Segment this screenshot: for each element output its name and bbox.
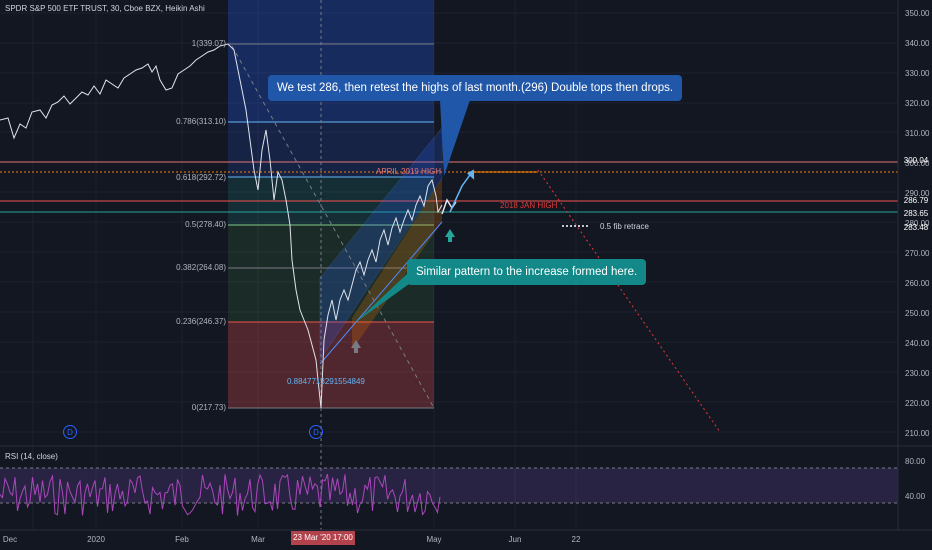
price-tag-283-48: 283.48 (903, 223, 929, 232)
price-tag-296: 296.71 (903, 168, 929, 177)
price-axis-label: 350.00 (905, 9, 930, 18)
rsi-title: RSI (14, close) (5, 452, 58, 461)
fib-level-label: 1(339.07) (192, 39, 227, 48)
time-axis-label: 22 (572, 535, 581, 544)
rsi-axis-label: 80.00 (905, 457, 926, 466)
fib-level-label: 0.382(264.08) (176, 263, 226, 272)
up-arrow-green (445, 229, 455, 242)
fib-level-label: 0.5(278.40) (185, 220, 226, 229)
rsi-pane (0, 445, 932, 516)
price-axis-label: 330.00 (905, 69, 930, 78)
time-axis-label: Feb (175, 535, 189, 544)
time-axis-label: Dec (3, 535, 17, 544)
fib-level-label: 0(217.73) (192, 403, 227, 412)
fib-retrace-label: 0.5 fib retrace (600, 222, 649, 231)
rsi-axis: 80.00 40.00 (905, 457, 926, 501)
time-axis-label: 2020 (87, 535, 105, 544)
april-high-label: APRIL 2019 HIGH (376, 167, 441, 176)
callout-mid[interactable]: Similar pattern to the increase formed h… (407, 259, 647, 285)
fib-level-label: 0.618(292.72) (176, 173, 226, 182)
price-tag-300: 300.04 (903, 156, 929, 165)
price-axis-label: 230.00 (905, 369, 930, 378)
price-axis-label: 210.00 (905, 429, 930, 438)
time-axis-label: Jun (509, 535, 522, 544)
jan-high-label: 2018 JAN HIGH (500, 201, 558, 210)
chart-title: SPDR S&P 500 ETF TRUST, 30, Cboe BZX, He… (5, 4, 205, 13)
price-axis-label: 240.00 (905, 339, 930, 348)
price-axis-label: 320.00 (905, 99, 930, 108)
callout-top-pointer (440, 100, 470, 176)
price-axis-label: 220.00 (905, 399, 930, 408)
callout-top[interactable]: We test 286, then retest the highs of la… (268, 75, 683, 101)
price-axis-label: 270.00 (905, 249, 930, 258)
low-value-label: 0.8847718291554849 (287, 377, 365, 386)
fib-level-label: 0.236(246.37) (176, 317, 226, 326)
price-axis-label: 250.00 (905, 309, 930, 318)
crosshair-date-tag: 23 Mar '20 17:00 (291, 531, 355, 545)
price-axis-label: 260.00 (905, 279, 930, 288)
price-tag-286: 286.79 (903, 196, 929, 205)
dividend-marker[interactable]: D (63, 425, 77, 439)
fib-level-label: 0.786(313.10) (176, 117, 226, 126)
rsi-axis-label: 40.00 (905, 492, 926, 501)
time-axis-label: May (426, 535, 441, 544)
dividend-marker[interactable]: D (309, 425, 323, 439)
time-axis-label: Mar (251, 535, 265, 544)
price-tag-283-65: 283.65 (903, 209, 929, 218)
price-axis-label: 310.00 (905, 129, 930, 138)
price-axis-label: 340.00 (905, 39, 930, 48)
fib-labels: 1(339.07) 0.786(313.10) 0.618(292.72) 0.5(2… (176, 39, 226, 412)
projection-line (537, 169, 721, 433)
